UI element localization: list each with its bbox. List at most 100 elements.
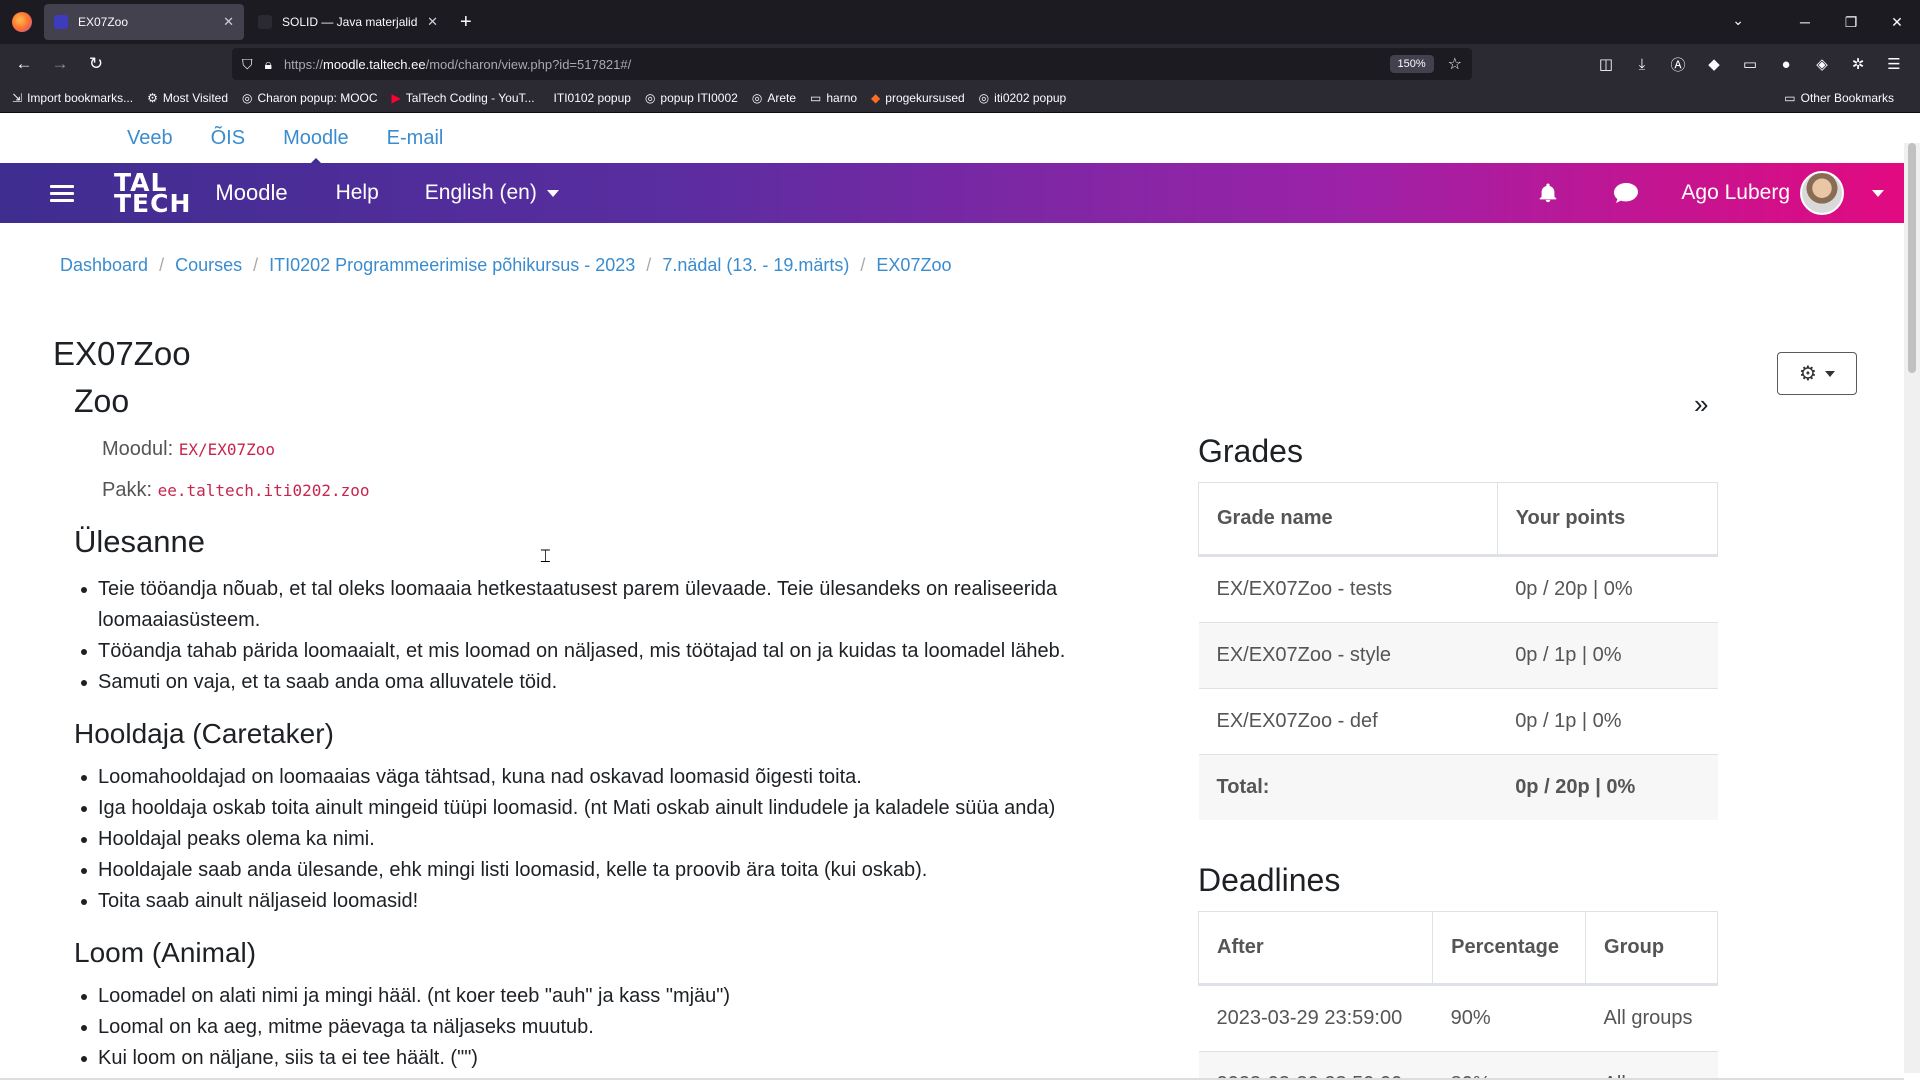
- table-row: EX/EX07Zoo - tests 0p / 20p | 0%: [1198, 555, 1718, 623]
- hamburger-menu-icon[interactable]: [50, 181, 74, 206]
- window-controls: ─ ❐ ✕: [1782, 0, 1920, 44]
- list-item: Teie tööandja nõuab, et tal oleks loomaa…: [81, 574, 1144, 636]
- bookmark-harno[interactable]: ▭ harno: [810, 91, 857, 105]
- table-cell: EX/EX07Zoo - style: [1198, 622, 1498, 689]
- url-bar[interactable]: ⛉ 🔒︎ https://moodle.taltech.ee/mod/charo…: [232, 48, 1472, 80]
- breadcrumb-activity[interactable]: EX07Zoo: [876, 255, 951, 275]
- menu-icon[interactable]: ☰: [1876, 55, 1912, 73]
- list-tabs-icon[interactable]: ⌄: [1732, 12, 1744, 29]
- pocket-icon[interactable]: ◫: [1588, 55, 1624, 73]
- top-link-ois[interactable]: ÕIS: [211, 127, 245, 150]
- extensions-icon[interactable]: ✲: [1840, 55, 1876, 73]
- mouse-cursor-icon: ⌶: [540, 546, 551, 566]
- user-menu-chevron-icon[interactable]: [1872, 189, 1884, 197]
- user-name[interactable]: Ago Luberg: [1681, 181, 1790, 205]
- lock-icon[interactable]: 🔒︎: [265, 56, 272, 73]
- moodle-brand[interactable]: Moodle: [215, 180, 287, 206]
- language-menu[interactable]: English (en): [425, 181, 559, 205]
- other-bookmarks[interactable]: ▭ Other Bookmarks: [1784, 91, 1894, 105]
- column-header: Your points: [1496, 482, 1719, 557]
- bookmark-most-visited[interactable]: ⚙ Most Visited: [147, 91, 228, 105]
- table-cell: 80%: [1432, 1051, 1586, 1080]
- close-tab-icon[interactable]: ✕: [427, 14, 438, 30]
- download-icon[interactable]: ⤓: [1624, 56, 1660, 73]
- restore-icon[interactable]: ❐: [1828, 14, 1874, 31]
- breadcrumb-course[interactable]: ITI0202 Programmeerimise põhikursus - 20…: [269, 255, 635, 275]
- collapse-sidebar-icon[interactable]: »: [1694, 389, 1708, 420]
- breadcrumb-dashboard[interactable]: Dashboard: [60, 255, 148, 275]
- table-header-row: Grade name Your points: [1198, 482, 1719, 557]
- page-scrollbar[interactable]: [1904, 143, 1920, 1073]
- shield-icon[interactable]: ⛉: [242, 56, 253, 73]
- package-info: Pakk: ee.taltech.iti0202.zoo: [102, 479, 370, 501]
- extension-red-icon[interactable]: ●: [1768, 56, 1804, 73]
- bookmark-progekursused[interactable]: ◆ progekursused: [871, 91, 965, 105]
- bookmark-iti0202[interactable]: ◎ iti0202 popup: [979, 91, 1067, 105]
- breadcrumb-week[interactable]: 7.nädal (13. - 19.märts): [662, 255, 849, 275]
- table-cell: 0p / 1p | 0%: [1497, 622, 1718, 689]
- settings-menu-button[interactable]: ⚙: [1777, 352, 1857, 395]
- bookmark-iti0102[interactable]: ITI0102 popup: [549, 91, 631, 105]
- deadlines-heading: Deadlines: [1198, 862, 1341, 898]
- account-icon[interactable]: Ⓐ: [1660, 54, 1696, 75]
- globe-icon: ◎: [751, 91, 763, 105]
- close-tab-icon[interactable]: ✕: [223, 14, 234, 30]
- table-cell: 2023-03-29 23:59:00: [1198, 984, 1433, 1052]
- minimize-icon[interactable]: ─: [1782, 14, 1828, 30]
- list-item: Iga hooldaja oskab toita ainult mingeid …: [81, 793, 1144, 824]
- list-item: Loomadel on alati nimi ja mingi hääl. (n…: [81, 981, 1144, 1012]
- firefox-icon[interactable]: [12, 12, 32, 32]
- grades-table: Grade name Your points EX/EX07Zoo - test…: [1198, 482, 1719, 820]
- bookmark-import[interactable]: ⇲ Import bookmarks...: [12, 91, 133, 105]
- nav-toolbar: ← → ↻ ⛉ 🔒︎ https://moodle.taltech.ee/mod…: [0, 44, 1920, 84]
- bookmark-taltech-youtube[interactable]: ▶ TalTech Coding - YouT...: [392, 91, 535, 105]
- table-cell: EX/EX07Zoo - def: [1198, 688, 1498, 755]
- toolbar-right: ◫ ⤓ Ⓐ ◆ ▭ ● ◈ ✲ ☰: [1588, 44, 1912, 84]
- tab-title: EX07Zoo: [78, 15, 129, 29]
- table-cell: 2023-03-30 23:59:00: [1198, 1051, 1433, 1080]
- bookmark-arete[interactable]: ◎ Arete: [752, 91, 796, 105]
- table-row: EX/EX07Zoo - style 0p / 1p | 0%: [1198, 622, 1718, 689]
- task-content: Zoo Moodul: EX/EX07Zoo Pakk: ee.taltech.…: [74, 383, 1144, 1074]
- forward-icon[interactable]: →: [44, 54, 76, 74]
- back-icon[interactable]: ←: [8, 54, 40, 74]
- list-item: Kui loom on näljane, siis ta ei tee hääl…: [81, 1043, 1144, 1074]
- globe-icon: ◎: [644, 91, 656, 105]
- new-tab-icon[interactable]: +: [460, 11, 472, 34]
- zoom-level[interactable]: 150%: [1389, 55, 1434, 73]
- column-header: Grade name: [1198, 482, 1498, 557]
- url-text[interactable]: https://moodle.taltech.ee/mod/charon/vie…: [284, 57, 1390, 72]
- module-info: Moodul: EX/EX07Zoo: [102, 438, 276, 460]
- folder-icon: ▭: [1784, 91, 1796, 105]
- page-title: EX07Zoo: [53, 335, 191, 372]
- help-link[interactable]: Help: [336, 181, 379, 205]
- extension-fox-icon[interactable]: ◈: [1804, 55, 1840, 73]
- taltech-logo[interactable]: TAL TECH: [114, 170, 191, 216]
- sidebar: Grades Grade name Your points EX/EX07Zoo…: [1197, 433, 1719, 1080]
- globe-icon: ◎: [978, 91, 990, 105]
- total-value: 0p / 20p | 0%: [1497, 754, 1718, 820]
- table-cell: 90%: [1432, 984, 1586, 1052]
- bookmark-charon-mooc[interactable]: ◎ Charon popup: MOOC: [242, 91, 378, 105]
- avatar[interactable]: [1800, 171, 1844, 215]
- table-row: 2023-03-29 23:59:00 90% All groups: [1198, 984, 1718, 1052]
- chat-icon[interactable]: [1613, 182, 1639, 204]
- import-icon: ⇲: [12, 91, 23, 105]
- tab-solid[interactable]: SOLID — Java materjalid dokumentatsioon …: [248, 4, 448, 40]
- bookmark-star-icon[interactable]: ☆: [1448, 54, 1462, 74]
- tab-ex07zoo[interactable]: EX07Zoo ✕: [44, 4, 244, 40]
- reload-icon[interactable]: ↻: [80, 54, 112, 74]
- moodle-navbar: TAL TECH Moodle Help English (en) Ago Lub…: [0, 163, 1920, 223]
- list-item: Hooldajal peaks olema ka nimi.: [81, 824, 1144, 855]
- grades-heading: Grades: [1198, 433, 1303, 469]
- bell-icon[interactable]: [1537, 182, 1559, 204]
- scrollbar-thumb[interactable]: [1908, 143, 1916, 373]
- close-window-icon[interactable]: ✕: [1874, 14, 1920, 31]
- extension-blue-icon[interactable]: ◆: [1696, 55, 1732, 73]
- reader-icon[interactable]: ▭: [1732, 55, 1768, 73]
- breadcrumb-courses[interactable]: Courses: [175, 255, 242, 275]
- bookmark-iti0002[interactable]: ◎ popup ITI0002: [645, 91, 738, 105]
- top-link-moodle[interactable]: Moodle: [283, 127, 349, 168]
- top-link-email[interactable]: E-mail: [387, 127, 444, 150]
- top-link-veeb[interactable]: Veeb: [127, 127, 173, 150]
